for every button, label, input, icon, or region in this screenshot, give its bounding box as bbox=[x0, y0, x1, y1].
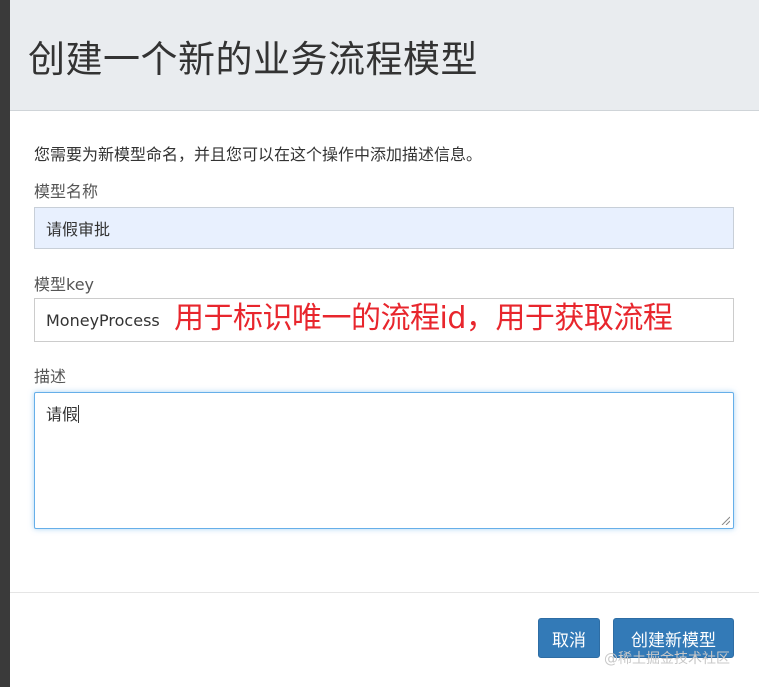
model-name-input[interactable] bbox=[34, 207, 734, 249]
cancel-button[interactable]: 取消 bbox=[538, 618, 600, 658]
resize-grip-icon[interactable] bbox=[721, 516, 730, 525]
description-label: 描述 bbox=[34, 367, 67, 386]
dialog-title: 创建一个新的业务流程模型 bbox=[28, 38, 478, 81]
model-key-label: 模型key bbox=[34, 275, 95, 294]
description-textarea[interactable]: 请假 bbox=[34, 392, 734, 529]
dialog-intro-text: 您需要为新模型命名，并且您可以在这个操作中添加描述信息。 bbox=[34, 145, 483, 164]
create-model-button[interactable]: 创建新模型 bbox=[613, 618, 734, 658]
create-model-dialog: 创建一个新的业务流程模型 您需要为新模型命名，并且您可以在这个操作中添加描述信息… bbox=[10, 0, 759, 687]
dialog-footer-divider bbox=[10, 592, 759, 593]
key-annotation: 用于标识唯一的流程id，用于获取流程 bbox=[174, 301, 673, 336]
dialog-header: 创建一个新的业务流程模型 bbox=[10, 0, 759, 111]
description-text: 请假 bbox=[46, 405, 79, 424]
model-name-label: 模型名称 bbox=[34, 182, 99, 201]
text-caret bbox=[78, 405, 80, 423]
